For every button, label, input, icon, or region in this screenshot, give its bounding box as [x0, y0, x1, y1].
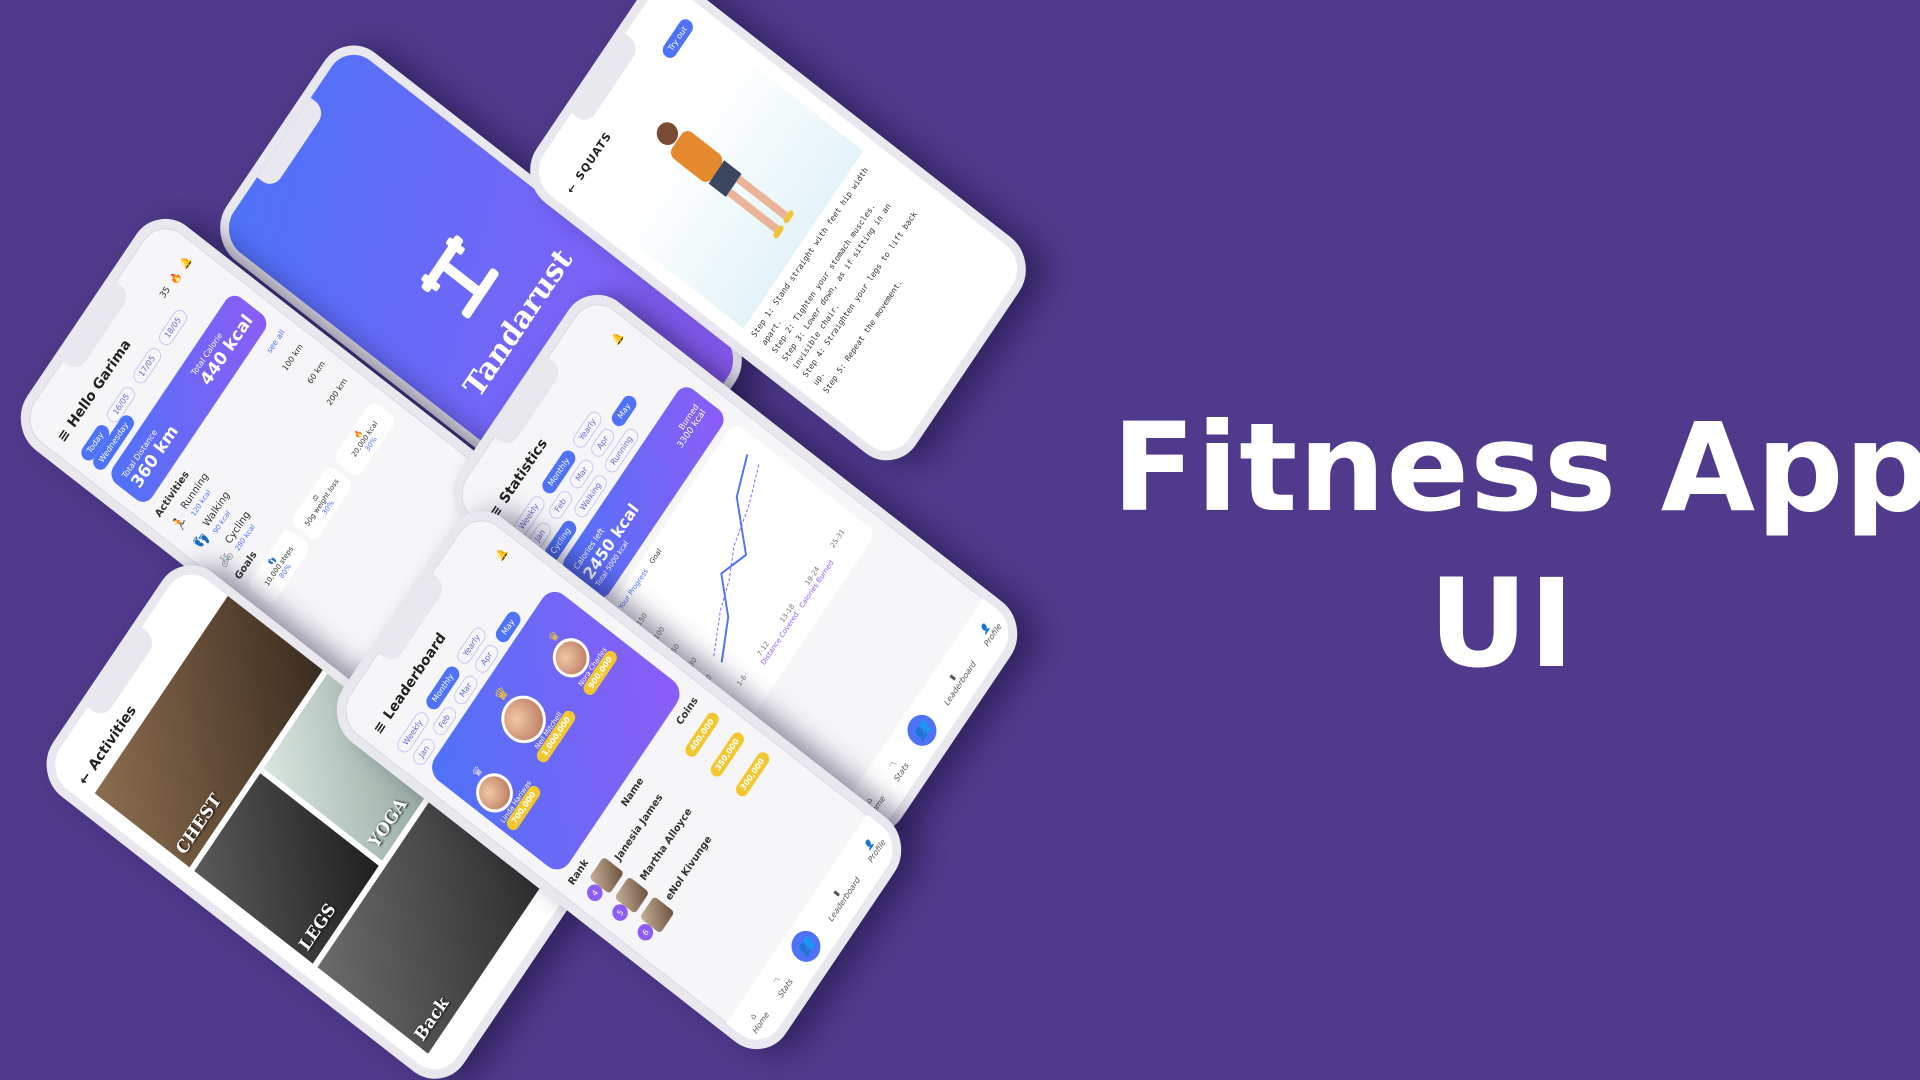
menu-icon[interactable]: ≡ — [371, 718, 390, 738]
people-icon: 👥 — [910, 718, 934, 743]
back-arrow-icon[interactable]: ← — [564, 180, 580, 196]
menu-icon[interactable]: ≡ — [55, 426, 74, 446]
tile-label: Back — [410, 993, 454, 1046]
bicycle-icon: 🚲 — [213, 546, 235, 570]
nav-label: Leaderboard — [942, 659, 978, 707]
footsteps-icon: 👣 — [191, 529, 213, 553]
goal-card[interactable]: 👣 10,000 steps 80% — [246, 527, 312, 606]
goal-card[interactable]: ⚖ 50g weight loss 30% — [289, 463, 355, 542]
people-icon: 👥 — [794, 934, 818, 959]
nav-leaderboard[interactable]: ▮Leaderboard — [818, 869, 862, 923]
person-figure-icon — [656, 122, 794, 239]
nav-label: Leaderboard — [826, 875, 862, 923]
bottom-nav: ⌂Home 〽Stats 👥 ▮Leaderboard 👤Profile — [726, 814, 904, 1052]
bell-icon[interactable]: 🔔 — [610, 330, 626, 347]
back-arrow-icon[interactable]: ← — [76, 769, 95, 789]
bottom-nav: ⌂Home 〽Stats 👥 ▮Leaderboard 👤Profile — [842, 598, 1020, 836]
nav-profile[interactable]: 👤Profile — [974, 615, 1003, 648]
fire-icon: 🔥 — [167, 269, 184, 287]
podium-entry[interactable]: ♛ Neil Mitchell 1,000,000 — [478, 664, 578, 765]
fab-button[interactable]: 👥 — [901, 708, 943, 753]
fab-button[interactable]: 👥 — [785, 924, 827, 969]
nav-stats[interactable]: 〽Stats — [766, 969, 795, 999]
headline-line-1: Fitness App — [1112, 397, 1920, 539]
nav-stats[interactable]: 〽Stats — [882, 753, 911, 783]
running-icon: 🏃 — [169, 512, 191, 535]
activity-amount: 100 km — [280, 341, 305, 373]
nav-leaderboard[interactable]: ▮Leaderboard — [934, 653, 978, 707]
activity-amount: 200 km — [324, 376, 349, 407]
podium-entry[interactable]: ♛ Linda Hariwas 700,000 — [458, 746, 543, 833]
streak-count: 35 — [158, 285, 173, 301]
headline-line-2: UI — [1428, 553, 1576, 695]
bell-icon[interactable]: 🔔 — [494, 546, 510, 563]
activity-amount: 60 km — [305, 359, 327, 386]
goal-card[interactable]: 🔥 20,000 kcal 30% — [332, 400, 398, 479]
bell-icon[interactable]: 🔔 — [178, 254, 194, 271]
headline: Fitness App UI — [1112, 390, 1920, 702]
podium-entry[interactable]: ♛ Nora Charles 900,000 — [534, 611, 620, 698]
nav-home[interactable]: ⌂Home — [743, 1004, 771, 1035]
nav-profile[interactable]: 👤Profile — [858, 831, 887, 864]
